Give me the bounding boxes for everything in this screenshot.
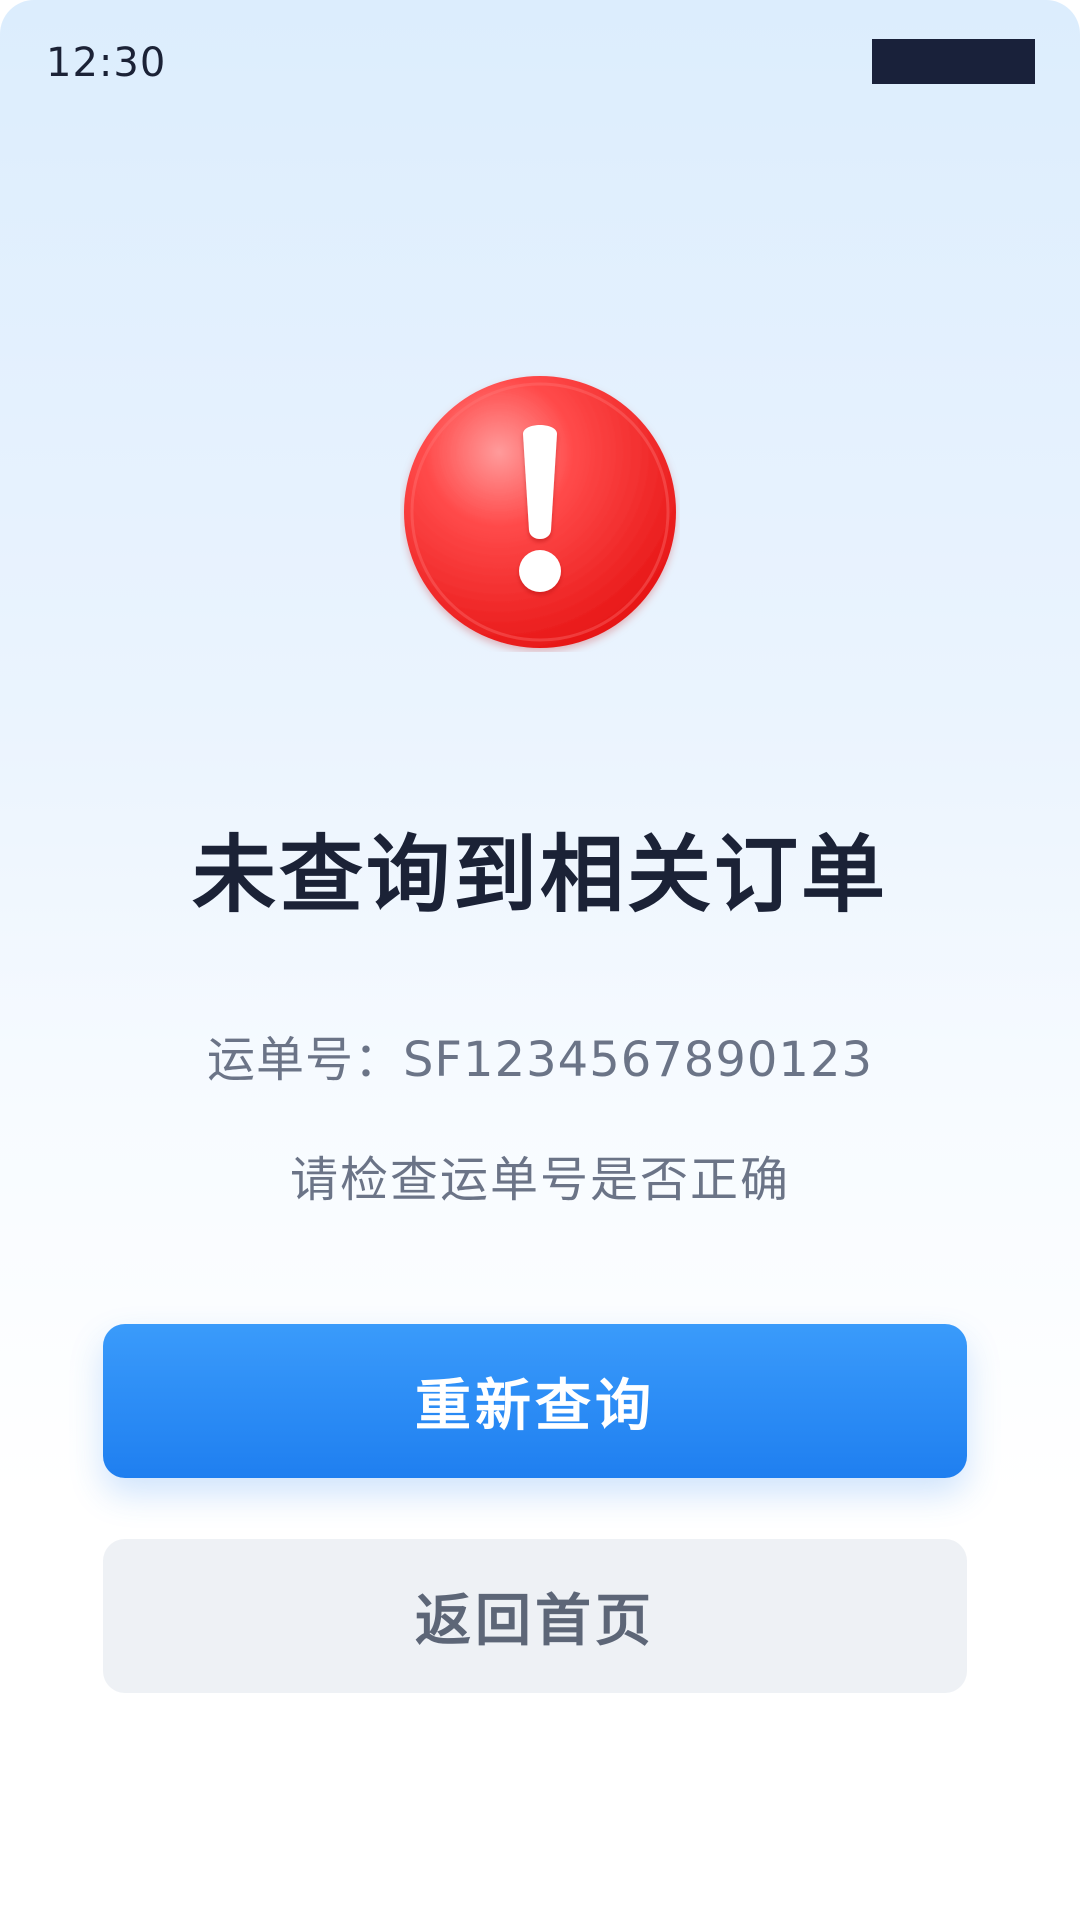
status-indicator-block <box>872 39 1035 84</box>
tracking-number-text: 运单号：SF1234567890123 <box>206 1032 874 1088</box>
exclamation-icon <box>404 376 676 648</box>
page-title: 未查询到相关订单 <box>191 826 888 924</box>
retry-query-button[interactable]: 重新查询 <box>103 1324 967 1478</box>
hint-text: 请检查运单号是否正确 <box>289 1152 790 1208</box>
order-not-found-screen: 12:30 未查询到相关订单 运单号：SF1234567890123 请检查运单… <box>0 0 1080 1920</box>
status-time: 12:30 <box>46 40 167 86</box>
back-home-button[interactable]: 返回首页 <box>103 1539 967 1693</box>
